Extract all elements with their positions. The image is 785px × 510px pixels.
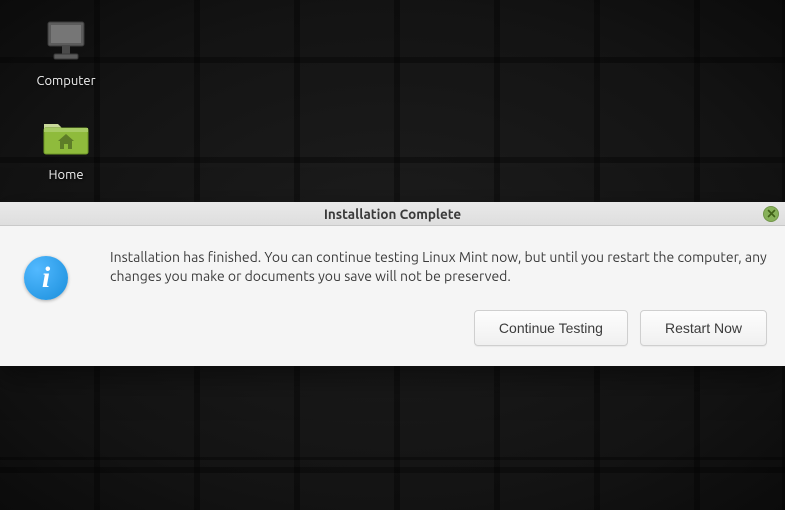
close-icon (767, 209, 776, 218)
continue-testing-button[interactable]: Continue Testing (474, 310, 628, 346)
dialog-content-column: Installation has finished. You can conti… (110, 248, 767, 346)
info-icon (24, 256, 68, 300)
dialog-icon-column (0, 248, 92, 346)
desktop-icon-home[interactable]: Home (20, 116, 112, 182)
desktop-icon-computer[interactable]: Computer (20, 20, 112, 88)
installation-complete-dialog: Installation Complete Installation has f… (0, 202, 785, 366)
desktop-icon-label: Computer (37, 74, 96, 88)
dialog-button-row: Continue Testing Restart Now (110, 302, 767, 346)
folder-home-icon (41, 116, 91, 160)
desktop-icon-label: Home (48, 168, 83, 182)
dialog-message: Installation has finished. You can conti… (110, 248, 767, 286)
restart-now-button[interactable]: Restart Now (640, 310, 767, 346)
close-button[interactable] (763, 206, 779, 222)
desktop-icon-area: Computer Home (20, 20, 112, 182)
dialog-body: Installation has finished. You can conti… (0, 226, 785, 366)
computer-icon (42, 20, 90, 66)
dialog-title: Installation Complete (324, 206, 461, 222)
dialog-titlebar[interactable]: Installation Complete (0, 202, 785, 226)
